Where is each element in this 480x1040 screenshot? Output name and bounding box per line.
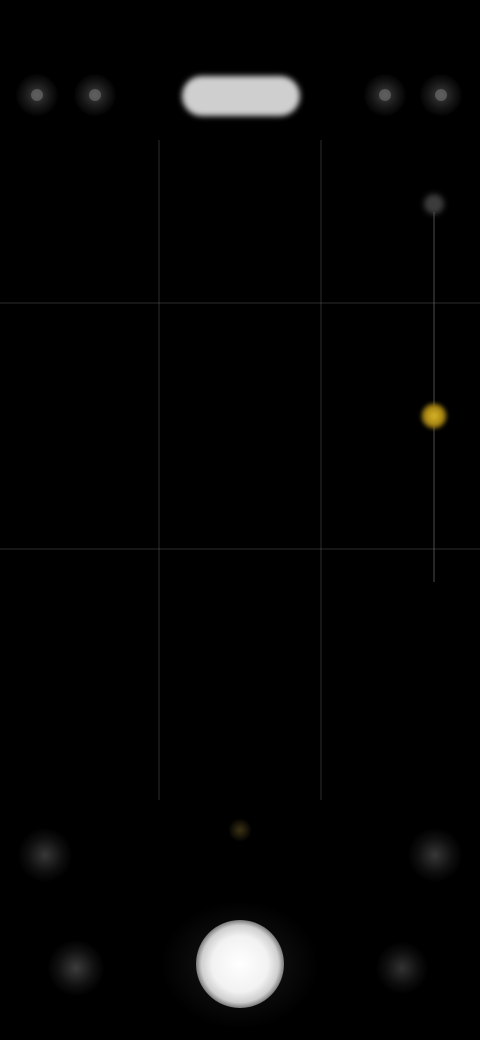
- exposure-track[interactable]: [433, 212, 435, 582]
- exposure-top-indicator: [424, 194, 444, 214]
- secondary-controls: [0, 810, 480, 900]
- timer-icon-glyph: [89, 89, 101, 101]
- grid-line-vertical-1: [158, 140, 160, 800]
- status-time: [22, 16, 132, 40]
- gallery-thumbnail[interactable]: [48, 940, 104, 996]
- focus-indicator: [228, 818, 252, 842]
- exposure-thumb-sun-icon[interactable]: [420, 401, 448, 430]
- camera-mode-pill[interactable]: [182, 76, 300, 116]
- bottom-bar: [0, 900, 480, 1040]
- status-bar: [0, 0, 480, 56]
- shutter-button[interactable]: [196, 920, 284, 1008]
- grid-line-horizontal-1: [0, 302, 480, 304]
- filter-icon[interactable]: [18, 828, 72, 882]
- more-icon[interactable]: [420, 74, 462, 116]
- settings-icon[interactable]: [364, 74, 406, 116]
- settings-icon-glyph: [379, 89, 391, 101]
- timer-icon[interactable]: [74, 74, 116, 116]
- viewfinder[interactable]: [0, 140, 480, 800]
- flash-icon[interactable]: [16, 74, 58, 116]
- zoom-icon[interactable]: [408, 828, 462, 882]
- grid-line-vertical-2: [320, 140, 322, 800]
- grid-line-horizontal-2: [0, 548, 480, 550]
- more-icon-glyph: [435, 89, 447, 101]
- top-toolbar: [0, 62, 480, 132]
- switch-camera-icon[interactable]: [376, 942, 428, 994]
- exposure-slider[interactable]: [412, 184, 456, 704]
- flash-icon-glyph: [31, 89, 43, 101]
